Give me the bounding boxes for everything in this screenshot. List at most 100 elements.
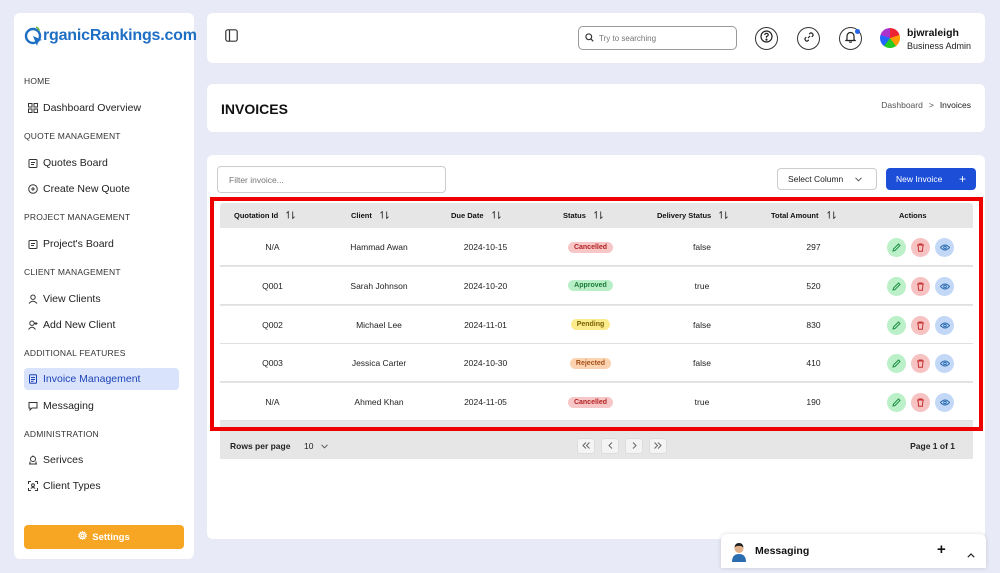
table-row: N/A Ahmed Khan 2024-11-05 Cancelled true 190 bbox=[220, 383, 973, 422]
delete-button[interactable] bbox=[911, 238, 930, 257]
breadcrumb-dashboard-link[interactable]: Dashboard bbox=[881, 100, 923, 110]
chevron-right-icon bbox=[632, 441, 637, 451]
sidebar-item-services[interactable]: Serivces bbox=[24, 449, 179, 471]
delete-button[interactable] bbox=[911, 276, 930, 296]
column-header-client[interactable]: Client bbox=[351, 203, 389, 228]
new-invoice-button[interactable]: New Invoice + bbox=[886, 168, 976, 190]
chevron-down-icon bbox=[321, 441, 329, 451]
cell-status: Cancelled bbox=[538, 228, 643, 266]
cell-due-date: 2024-11-05 bbox=[464, 397, 507, 408]
column-label: Actions bbox=[899, 211, 927, 220]
view-button[interactable] bbox=[935, 238, 954, 257]
cell-quotation-id: N/A bbox=[265, 242, 280, 252]
cell-total-amount: 410 bbox=[806, 358, 821, 369]
column-header-status[interactable]: Status bbox=[563, 203, 603, 228]
cell-quotation-id: Q002 bbox=[262, 319, 283, 330]
rows-per-page-label: Rows per page bbox=[230, 441, 291, 451]
sidebar-item-label: View Clients bbox=[43, 293, 101, 305]
chevron-up-icon[interactable] bbox=[967, 545, 975, 563]
column-label: Status bbox=[563, 211, 586, 220]
settings-button[interactable]: Settings bbox=[24, 525, 184, 549]
pencil-icon bbox=[892, 243, 901, 252]
sidebar-item-view-clients[interactable]: View Clients bbox=[24, 288, 179, 310]
sort-icon bbox=[594, 209, 603, 221]
sidebar-item-projects-board[interactable]: Project's Board bbox=[24, 233, 179, 255]
pencil-icon bbox=[892, 320, 901, 330]
plus-circle-icon bbox=[28, 184, 38, 194]
nav-section-administration: ADMINISTRATION bbox=[24, 429, 99, 439]
cell-status: Pending bbox=[538, 306, 643, 344]
column-header-quotation-id[interactable]: Quotation Id bbox=[234, 203, 295, 228]
cell-due-date: 2024-10-30 bbox=[463, 358, 508, 369]
user-icon bbox=[28, 294, 38, 304]
edit-button[interactable] bbox=[887, 276, 906, 296]
sidebar-item-label: Create New Quote bbox=[43, 183, 130, 195]
delete-button[interactable] bbox=[911, 354, 930, 374]
edit-button[interactable] bbox=[887, 393, 906, 413]
last-page-button[interactable] bbox=[649, 438, 667, 454]
cell-client: Hammad Awan bbox=[350, 242, 408, 252]
search-box[interactable] bbox=[578, 26, 737, 50]
table-row: Q002 Michael Lee 2024-11-01 Pending false 830 bbox=[220, 305, 973, 344]
delete-button[interactable] bbox=[911, 315, 930, 335]
select-column-dropdown[interactable]: Select Column bbox=[777, 168, 877, 190]
search-input[interactable] bbox=[599, 33, 729, 43]
help-button[interactable] bbox=[755, 27, 778, 50]
edit-button[interactable] bbox=[887, 354, 906, 374]
notification-dot bbox=[855, 29, 860, 34]
rows-per-page-select[interactable]: 10 bbox=[298, 438, 340, 454]
notifications-button[interactable] bbox=[839, 27, 862, 50]
sort-icon bbox=[380, 209, 389, 221]
edit-button[interactable] bbox=[887, 315, 906, 335]
double-chevron-left-icon bbox=[582, 441, 590, 451]
nav-section-project-management: PROJECT MANAGEMENT bbox=[24, 212, 131, 222]
table-row: Q001 Sarah Johnson 2024-10-20 Approved true 5… bbox=[220, 266, 973, 305]
view-button[interactable] bbox=[935, 276, 954, 296]
sidebar-item-quotes-board[interactable]: Quotes Board bbox=[24, 152, 179, 174]
sidebar-item-dashboard-overview[interactable]: Dashboard Overview bbox=[24, 97, 179, 119]
clipboard-icon bbox=[28, 158, 38, 168]
sidebar-item-invoice-management[interactable]: Invoice Management bbox=[24, 368, 179, 390]
column-label: Delivery Status bbox=[657, 211, 712, 220]
cell-delivery-status: false bbox=[693, 358, 711, 369]
logo-text: rganicRankings.com bbox=[43, 27, 197, 44]
sidebar-item-create-new-quote[interactable]: Create New Quote bbox=[24, 178, 179, 200]
sidebar-toggle-button[interactable] bbox=[221, 28, 241, 48]
table-row: Q003 Jessica Carter 2024-10-30 Rejected fals… bbox=[220, 344, 973, 383]
double-chevron-right-icon bbox=[654, 441, 662, 451]
next-page-button[interactable] bbox=[625, 438, 643, 454]
avatar[interactable] bbox=[880, 28, 900, 48]
cell-quotation-id: Q001 bbox=[262, 280, 283, 291]
messaging-widget[interactable]: Messaging + bbox=[721, 534, 986, 568]
nav-section-additional-features: ADDITIONAL FEATURES bbox=[24, 348, 126, 358]
view-button[interactable] bbox=[935, 315, 954, 335]
column-header-due-date[interactable]: Due Date bbox=[451, 203, 501, 228]
edit-button[interactable] bbox=[887, 238, 906, 257]
column-header-total-amount[interactable]: Total Amount bbox=[771, 203, 836, 228]
sidebar-item-label: Serivces bbox=[43, 454, 84, 466]
link-button[interactable] bbox=[797, 27, 820, 50]
column-header-delivery-status[interactable]: Delivery Status bbox=[657, 203, 729, 228]
filter-invoice-input[interactable] bbox=[217, 166, 446, 193]
view-button[interactable] bbox=[935, 354, 954, 374]
sidebar-item-label: Project's Board bbox=[43, 238, 114, 250]
settings-label: Settings bbox=[92, 531, 130, 543]
sidebar-toggle-icon bbox=[224, 29, 238, 47]
invoice-table: Quotation Id Client Due Date Status Deli… bbox=[220, 203, 973, 459]
chevron-left-icon bbox=[607, 441, 613, 451]
eye-icon bbox=[939, 283, 950, 290]
delete-button[interactable] bbox=[911, 393, 930, 413]
previous-page-button[interactable] bbox=[601, 438, 619, 454]
cell-total-amount: 297 bbox=[806, 242, 821, 252]
new-message-button[interactable]: + bbox=[937, 542, 946, 558]
sidebar-item-add-new-client[interactable]: Add New Client bbox=[24, 314, 179, 336]
pencil-icon bbox=[892, 359, 901, 369]
logo[interactable]: rganicRankings.com bbox=[24, 25, 197, 47]
first-page-button[interactable] bbox=[577, 438, 595, 454]
column-label: Total Amount bbox=[771, 211, 819, 220]
sidebar-item-client-types[interactable]: Client Types bbox=[24, 475, 179, 497]
cell-delivery-status: true bbox=[694, 280, 710, 291]
sidebar-item-messaging[interactable]: Messaging bbox=[24, 395, 179, 417]
view-button[interactable] bbox=[935, 393, 954, 413]
eye-icon bbox=[939, 244, 950, 251]
